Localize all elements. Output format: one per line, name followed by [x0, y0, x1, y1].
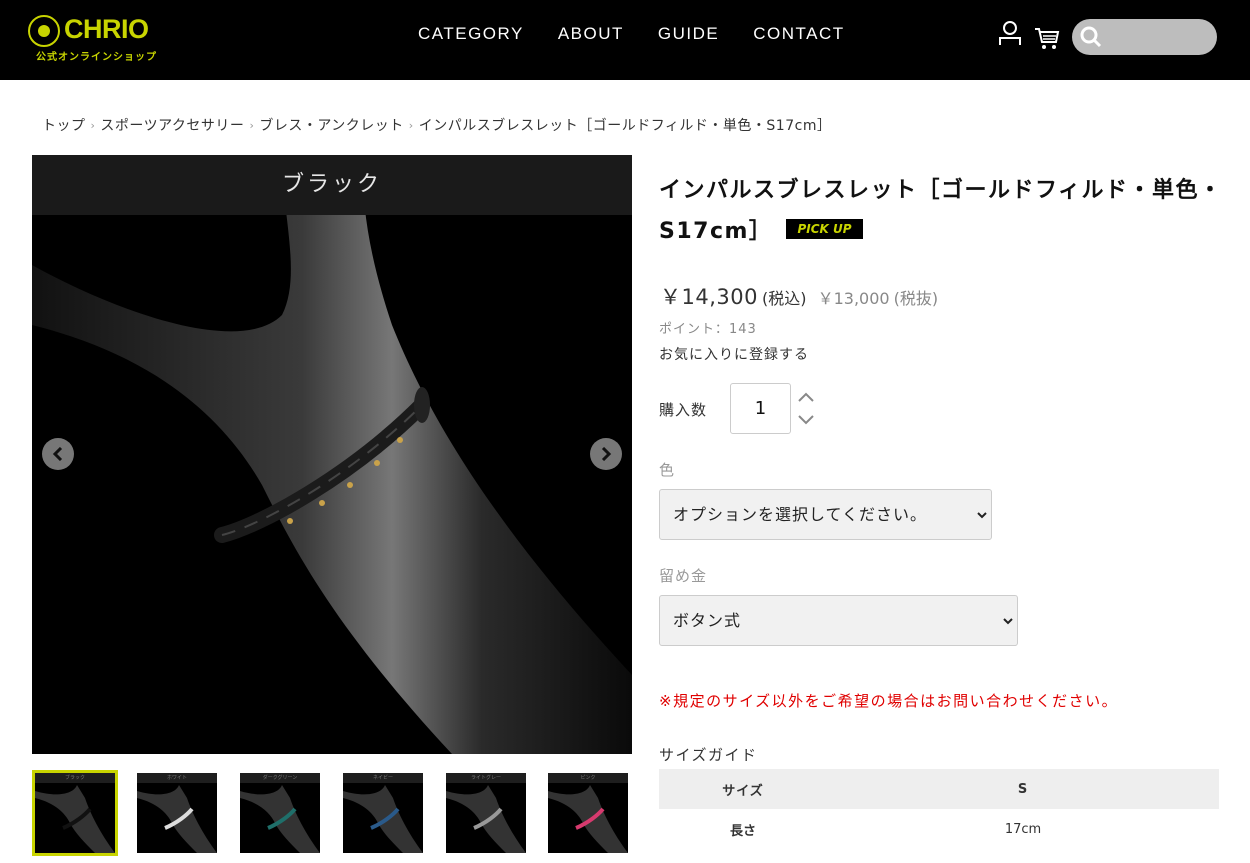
- table-header-s: S: [827, 769, 1219, 809]
- breadcrumb-separator-icon: ›: [408, 118, 414, 132]
- table-header-size: サイズ: [659, 769, 827, 809]
- thumbnail-image: [446, 785, 526, 853]
- chevron-left-icon: [52, 447, 63, 461]
- nav-guide[interactable]: GUIDE: [658, 24, 719, 44]
- size-guide-heading: サイズガイド: [659, 746, 758, 764]
- breadcrumb-sports-accessories[interactable]: スポーツアクセサリー: [100, 115, 244, 135]
- quantity-input[interactable]: 1: [730, 383, 791, 434]
- thumbnail-navy[interactable]: ネイビー: [343, 773, 423, 853]
- price-row: ￥14,300 (税込) ￥13,000 (税抜): [660, 281, 938, 311]
- price-excl-tax: ￥13,000: [817, 289, 890, 308]
- breadcrumb-current: インパルスブレスレット［ゴールドフィルド・単色・S17cm］: [418, 118, 832, 134]
- thumbnail-light-gray[interactable]: ライトグレー: [446, 773, 526, 853]
- logo-mark-icon: [28, 15, 60, 47]
- size-guide-table: サイズ S 長さ 17cm: [659, 769, 1219, 849]
- thumbnail-label: ライトグレー: [446, 773, 526, 783]
- thumbnail-label: ホワイト: [137, 773, 217, 783]
- breadcrumb-bracelet-anklet[interactable]: ブレス・アンクレット: [259, 115, 403, 135]
- nav-contact[interactable]: CONTACT: [753, 24, 844, 44]
- nav-category[interactable]: CATEGORY: [418, 24, 524, 44]
- color-option-label: 色: [659, 461, 676, 479]
- chrio-logo[interactable]: CHRIO 公式オンラインショップ: [28, 14, 158, 64]
- search-icon[interactable]: [1080, 26, 1102, 48]
- table-cell-length-label: 長さ: [729, 823, 756, 839]
- price-incl-tax: ￥14,300: [660, 285, 758, 309]
- clasp-option-label: 留め金: [659, 567, 708, 585]
- breadcrumb: トップ › スポーツアクセサリー › ブレス・アンクレット › インパルスブレス…: [42, 115, 831, 135]
- table-cell-length-value: 17cm: [1004, 821, 1042, 837]
- thumbnail-label: ダークグリーン: [240, 773, 320, 783]
- breadcrumb-separator-icon: ›: [249, 118, 255, 132]
- color-name-banner: ブラック: [32, 155, 632, 215]
- product-main-image[interactable]: ブラック: [32, 155, 632, 754]
- color-select[interactable]: オプションを選択してください。: [659, 489, 992, 540]
- bracelet-photo: [32, 155, 632, 754]
- table-header-row: サイズ S: [659, 769, 1219, 809]
- next-image-button[interactable]: [590, 438, 622, 470]
- clasp-select-value: ボタン式: [673, 611, 742, 630]
- thumbnail-black[interactable]: ブラック: [32, 770, 118, 856]
- logo-word: CHRIO: [64, 14, 149, 44]
- add-to-favorites-link[interactable]: お気に入りに登録する: [659, 344, 809, 364]
- price-incl-note: (税込): [761, 289, 807, 308]
- site-header: CHRIO 公式オンラインショップ CATEGORY ABOUT GUIDE C…: [0, 0, 1250, 80]
- thumbnail-pink[interactable]: ピンク: [548, 773, 628, 853]
- thumbnail-dark-green[interactable]: ダークグリーン: [240, 773, 320, 853]
- chevron-right-icon: [601, 447, 612, 461]
- thumbnail-strip: ブラック ホワイト ダークグリーン ネイビー ライトグレー ピンク: [32, 770, 632, 856]
- thumbnail-image: [137, 785, 217, 853]
- pickup-badge: PICK UP: [786, 219, 863, 239]
- chevron-down-icon: [1003, 618, 1013, 625]
- color-select-value: オプションを選択してください。: [673, 505, 928, 524]
- thumbnail-image: [343, 785, 423, 853]
- clasp-select[interactable]: ボタン式: [659, 595, 1018, 646]
- size-notice: ※規定のサイズ以外をご希望の場合はお問い合わせください。: [659, 692, 1119, 710]
- breadcrumb-separator-icon: ›: [90, 118, 96, 132]
- thumbnail-label: ピンク: [548, 773, 628, 783]
- quantity-increase-icon[interactable]: [796, 390, 816, 404]
- thumbnail-white[interactable]: ホワイト: [137, 773, 217, 853]
- nav-about[interactable]: ABOUT: [558, 24, 624, 44]
- table-row: 長さ 17cm: [659, 809, 1219, 849]
- main-nav: CATEGORY ABOUT GUIDE CONTACT: [418, 24, 879, 44]
- quantity-label: 購入数: [659, 401, 708, 419]
- prev-image-button[interactable]: [42, 438, 74, 470]
- cart-icon[interactable]: [1034, 26, 1060, 50]
- points: ポイント：143: [659, 322, 757, 337]
- product-title: インパルスブレスレット［ゴールドフィルド・単色・S17cm］ PICK UP: [659, 170, 1229, 252]
- thumbnail-image: [240, 785, 320, 853]
- quantity-decrease-icon[interactable]: [796, 413, 816, 427]
- breadcrumb-home[interactable]: トップ: [42, 115, 86, 135]
- logo-subtitle: 公式オンラインショップ: [36, 52, 157, 63]
- product-title-text: インパルスブレスレット［ゴールドフィルド・単色・S17cm］: [659, 178, 1223, 244]
- thumbnail-label: ネイビー: [343, 773, 423, 783]
- price-excl-note: (税抜): [893, 289, 939, 308]
- thumbnail-image: [548, 785, 628, 853]
- chevron-down-icon: [977, 512, 987, 519]
- thumbnail-label: ブラック: [35, 773, 115, 783]
- user-icon[interactable]: [998, 20, 1022, 46]
- thumbnail-image: [35, 785, 115, 853]
